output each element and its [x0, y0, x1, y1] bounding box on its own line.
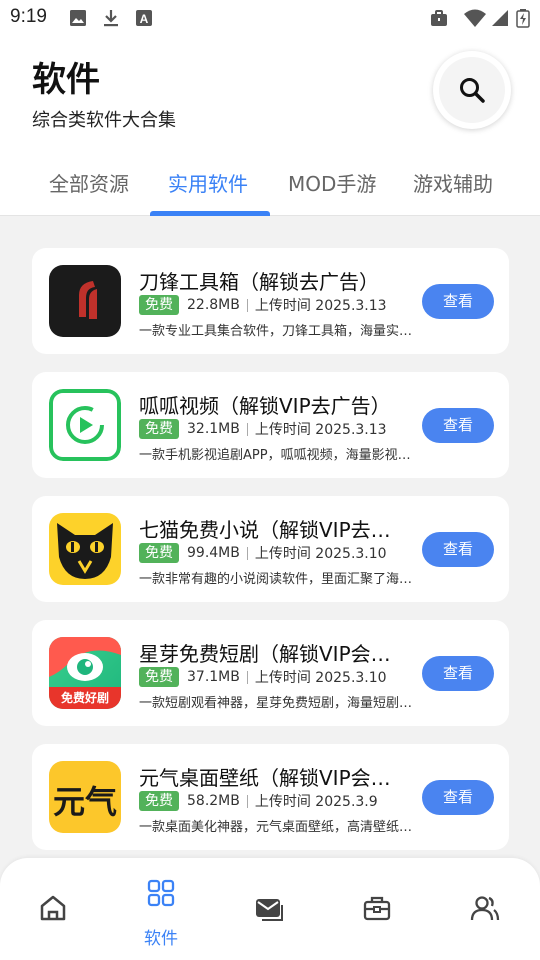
app-size: 37.1MB	[187, 669, 240, 685]
app-meta: 免费 32.1MB 上传时间 2025.3.13	[139, 419, 387, 439]
app-name: 元气桌面壁纸（解锁VIP会员）	[139, 766, 409, 790]
nav-profile[interactable]	[455, 858, 515, 960]
blade-toolbox-icon	[49, 265, 121, 337]
free-badge: 免费	[139, 791, 179, 811]
app-card[interactable]: 刀锋工具箱（解锁去广告） 免费 22.8MB 上传时间 2025.3.13 一款…	[32, 248, 509, 354]
search-button[interactable]	[433, 51, 511, 129]
app-meta: 免费 22.8MB 上传时间 2025.3.13	[139, 295, 387, 315]
free-badge: 免费	[139, 543, 179, 563]
view-button[interactable]: 查看	[422, 284, 494, 319]
app-card[interactable]: 元气 元气桌面壁纸（解锁VIP会员） 免费 58.2MB 上传时间 2025.3…	[32, 744, 509, 850]
upload-date: 上传时间 2025.3.10	[254, 546, 387, 562]
free-badge: 免费	[139, 667, 179, 687]
app-size: 58.2MB	[187, 793, 240, 809]
app-meta: 免费 99.4MB 上传时间 2025.3.10	[139, 543, 387, 563]
app-size: 99.4MB	[187, 545, 240, 561]
nav-software[interactable]: 软件	[131, 858, 191, 960]
free-badge: 免费	[139, 419, 179, 439]
view-button[interactable]: 查看	[422, 780, 494, 815]
yuanqi-icon-text: 元气	[52, 783, 117, 821]
page-subtitle: 综合类软件大合集	[32, 110, 176, 131]
signal-icon	[492, 10, 508, 26]
meta-divider	[246, 422, 248, 436]
home-icon	[40, 895, 66, 921]
page-title: 软件	[32, 60, 100, 100]
app-description: 一款短剧观看神器，星芽免费短剧，海量短剧资源	[139, 696, 421, 711]
wifi-icon	[464, 9, 486, 27]
nav-messages[interactable]	[239, 858, 299, 960]
qimao-cat-icon	[49, 513, 121, 585]
a-icon: A	[136, 10, 152, 26]
category-tabs: 全部资源 实用软件 MOD手游 游戏辅助	[0, 160, 540, 216]
nav-toolbox[interactable]	[347, 858, 407, 960]
app-meta: 免费 37.1MB 上传时间 2025.3.10	[139, 667, 387, 687]
svg-text:A: A	[140, 12, 149, 26]
active-tab-indicator	[150, 211, 270, 216]
upload-date: 上传时间 2025.3.13	[254, 422, 387, 438]
app-name: 星芽免费短剧（解锁VIP会员）	[139, 642, 409, 666]
toolbox-icon	[363, 896, 391, 921]
meta-divider	[246, 794, 248, 808]
tab-utility-software[interactable]: 实用软件	[168, 168, 248, 197]
battery-icon	[516, 9, 530, 28]
search-icon	[460, 78, 485, 103]
upload-date: 上传时间 2025.3.10	[254, 670, 387, 686]
tab-mod-games[interactable]: MOD手游	[288, 168, 376, 197]
status-bar: 9:19 A	[0, 0, 540, 36]
app-size: 32.1MB	[187, 421, 240, 437]
yuanqi-wallpaper-icon: 元气	[49, 761, 121, 833]
tab-game-assist[interactable]: 游戏辅助	[413, 168, 493, 197]
guagua-video-icon	[49, 389, 121, 461]
download-icon	[104, 10, 118, 27]
app-meta: 免费 58.2MB 上传时间 2025.3.9	[139, 791, 378, 811]
app-name: 呱呱视频（解锁VIP去广告）	[139, 394, 391, 418]
status-time: 9:19	[10, 6, 47, 27]
app-description: 一款手机影视追剧APP，呱呱视频，海量影视资源	[139, 448, 421, 463]
app-card[interactable]: 呱呱视频（解锁VIP去广告） 免费 32.1MB 上传时间 2025.3.13 …	[32, 372, 509, 478]
free-badge: 免费	[139, 295, 179, 315]
mail-icon	[256, 899, 283, 921]
xingya-drama-icon: 免费好剧	[49, 637, 121, 709]
app-description: 一款桌面美化神器，元气桌面壁纸，高清壁纸资源	[139, 820, 421, 835]
app-description: 一款专业工具集合软件，刀锋工具箱，海量实用工具	[139, 324, 421, 339]
nav-home[interactable]	[23, 858, 83, 960]
app-description: 一款非常有趣的小说阅读软件，里面汇聚了海量小说	[139, 572, 421, 587]
tab-all-resources[interactable]: 全部资源	[49, 168, 129, 197]
meta-divider	[246, 546, 248, 560]
view-button[interactable]: 查看	[422, 532, 494, 567]
search-button-inner	[439, 57, 505, 123]
briefcase-icon	[431, 10, 447, 26]
upload-date: 上传时间 2025.3.13	[254, 298, 387, 314]
bottom-nav: 软件	[0, 858, 540, 960]
nav-label: 软件	[144, 929, 178, 949]
xingya-icon-text: 免费好剧	[60, 691, 109, 705]
meta-divider	[246, 298, 248, 312]
upload-date: 上传时间 2025.3.9	[254, 794, 378, 810]
view-button[interactable]: 查看	[422, 408, 494, 443]
app-name: 刀锋工具箱（解锁去广告）	[139, 270, 379, 294]
app-card[interactable]: 免费好剧 星芽免费短剧（解锁VIP会员） 免费 37.1MB 上传时间 2025…	[32, 620, 509, 726]
app-size: 22.8MB	[187, 297, 240, 313]
meta-divider	[246, 670, 248, 684]
grid-icon	[147, 879, 175, 907]
app-card[interactable]: 七猫免费小说（解锁VIP去广告） 免费 99.4MB 上传时间 2025.3.1…	[32, 496, 509, 602]
app-name: 七猫免费小说（解锁VIP去广告）	[139, 518, 409, 542]
users-icon	[470, 896, 500, 921]
image-icon	[70, 10, 86, 26]
top-header: 9:19 A 软件 综合类软件大合集 全部资源 实用软件 MOD手游 游戏辅助	[0, 0, 540, 216]
view-button[interactable]: 查看	[422, 656, 494, 691]
